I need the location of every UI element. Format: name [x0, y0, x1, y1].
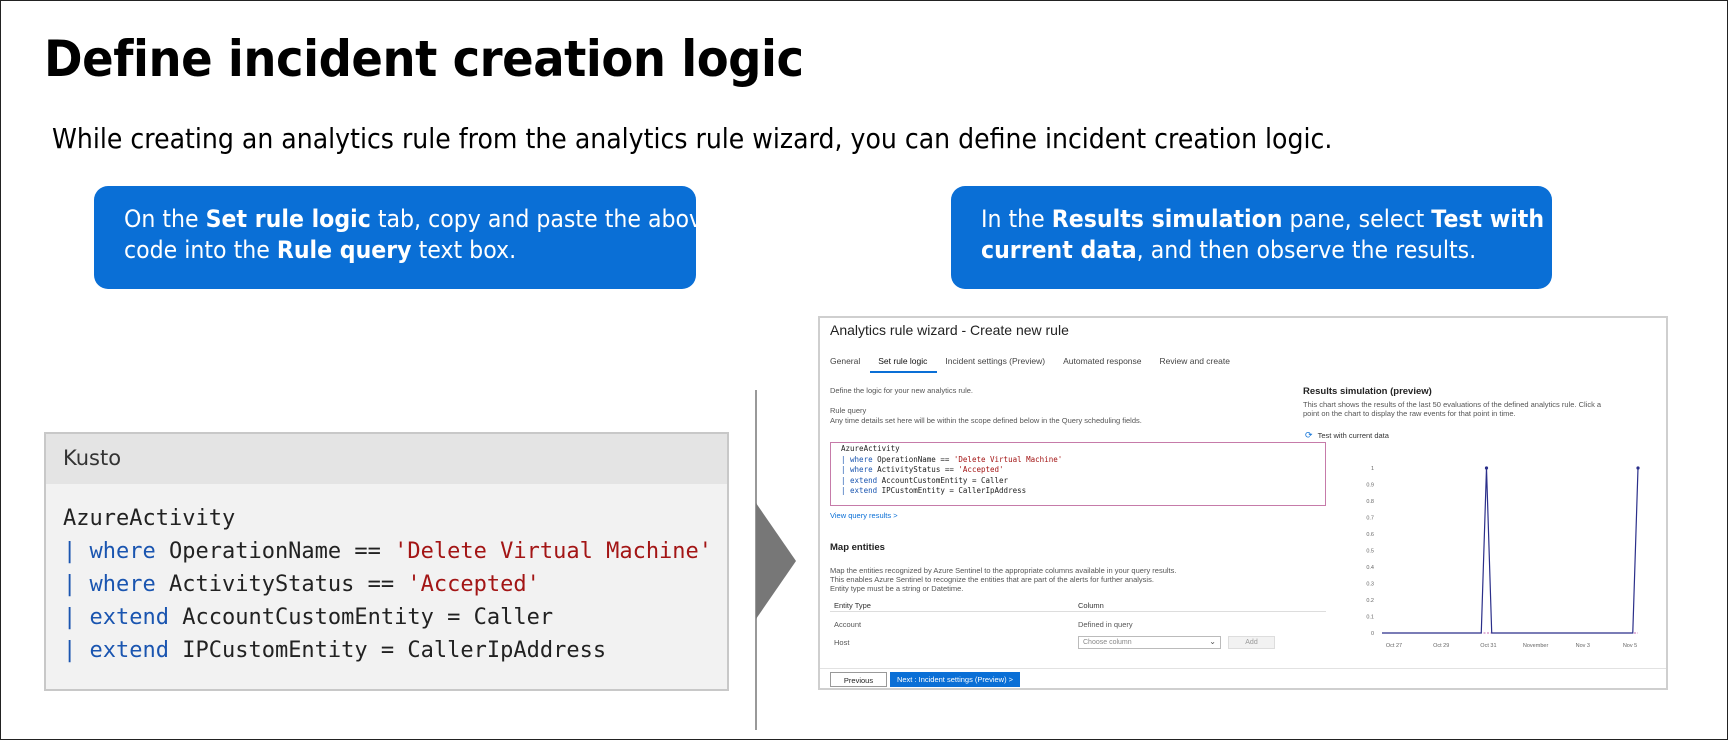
- map-entities-desc: Entity type must be a string or Datetime…: [830, 584, 964, 593]
- entity-account-column: Defined in query: [1078, 620, 1133, 629]
- tab-review-and-create[interactable]: Review and create: [1152, 356, 1240, 373]
- slide-title: Define incident creation logic: [44, 30, 804, 88]
- refresh-icon: ⟳: [1305, 430, 1313, 440]
- code-language-label: Kusto: [46, 434, 727, 484]
- wizard-title: Analytics rule wizard - Create new rule: [830, 322, 1069, 338]
- results-chart[interactable]: 1 0.9 0.8 0.7 0.6 0.5 0.4 0.3 0.2 0.1 0 Oct 27 Oct 2…: [1352, 460, 1646, 660]
- entity-account: Account: [834, 620, 862, 629]
- tab-automated-response[interactable]: Automated response: [1055, 356, 1151, 373]
- y-tick-label: 0: [1371, 631, 1374, 637]
- entity-host: Host: [834, 638, 850, 647]
- callout-text: code into the: [124, 236, 277, 264]
- callout-text: In the: [981, 205, 1052, 233]
- x-tick-label: Oct 29: [1433, 643, 1449, 649]
- table-divider: [830, 611, 1326, 612]
- y-tick-label: 0.7: [1366, 516, 1374, 522]
- code-line: | extend IPCustomEntity = CallerIpAddres…: [841, 486, 1027, 495]
- col-column: Column: [1078, 601, 1104, 610]
- tab-general[interactable]: General: [822, 356, 870, 373]
- test-with-current-data-link[interactable]: ⟳ Test with current data: [1305, 430, 1389, 441]
- callout-text: , and then observe the results.: [1136, 236, 1477, 264]
- view-query-results-link[interactable]: View query results >: [830, 511, 898, 520]
- code-line: | where OperationName == 'Delete Virtual…: [63, 539, 713, 564]
- code-line: | where ActivityStatus == 'Accepted': [63, 572, 540, 597]
- code-line: | where ActivityStatus == 'Accepted': [841, 465, 1004, 474]
- next-button[interactable]: Next : Incident settings (Preview) >: [890, 672, 1020, 687]
- map-entities-heading: Map entities: [830, 542, 885, 553]
- callout-bold: current data: [981, 236, 1137, 264]
- callout-set-rule-logic: On the Set rule logic tab, copy and past…: [94, 186, 716, 289]
- x-tick-label: Oct 27: [1386, 643, 1402, 649]
- y-tick-label: 0.4: [1366, 565, 1374, 571]
- callout-bold: Results simulation: [1051, 205, 1283, 233]
- tab-incident-settings-preview[interactable]: Incident settings (Preview): [937, 356, 1055, 373]
- callout-bold: Set rule logic: [205, 205, 371, 233]
- y-tick-label: 0.3: [1366, 582, 1374, 588]
- series-line: [1382, 467, 1639, 634]
- previous-button[interactable]: Previous: [830, 672, 887, 687]
- wizard-tabs: General Set rule logic Incident settings (…: [822, 356, 1240, 373]
- code-line: | extend IPCustomEntity = CallerIpAddres…: [63, 638, 607, 663]
- callout-bold: Rule query: [276, 236, 412, 264]
- y-tick-label: 0.5: [1366, 549, 1374, 555]
- select-value: Choose column: [1083, 639, 1132, 646]
- y-tick-label: 0.6: [1366, 532, 1374, 538]
- code-snippet: Kusto AzureActivity | where OperationName…: [44, 432, 729, 691]
- code-line: | extend AccountCustomEntity = Caller: [841, 475, 1009, 485]
- callout-text: tab, copy and paste the above: [370, 205, 716, 233]
- results-sim-desc: This chart shows the results of the last…: [1303, 400, 1602, 409]
- code-line: | extend AccountCustomEntity = Caller: [63, 605, 554, 630]
- results-sim-heading: Results simulation (preview): [1303, 386, 1432, 397]
- tab-set-rule-logic[interactable]: Set rule logic: [870, 356, 938, 373]
- x-tick-label: Nov 3: [1576, 643, 1590, 649]
- data-point: [1484, 466, 1489, 470]
- y-tick-label: 1: [1371, 466, 1374, 472]
- callout-results-simulation: In the Results simulation pane, select T…: [951, 186, 1552, 289]
- callout-text: pane, select: [1282, 205, 1432, 233]
- code-line: AzureActivity: [841, 444, 900, 453]
- slide-subtitle: While creating an analytics rule from th…: [52, 122, 1333, 155]
- y-tick-label: 0.8: [1366, 499, 1374, 505]
- rule-query-textbox[interactable]: AzureActivity | where OperationName == 'D…: [830, 442, 1326, 506]
- y-tick-label: 0.2: [1366, 598, 1374, 604]
- y-tick-label: 0.1: [1366, 615, 1374, 621]
- x-tick-label: November: [1523, 643, 1549, 649]
- code-line: AzureActivity: [63, 506, 236, 531]
- callout-text: text box.: [411, 236, 517, 264]
- x-tick-label: Nov 5: [1623, 643, 1637, 649]
- wizard-screenshot: Analytics rule wizard - Create new rule …: [818, 316, 1668, 690]
- callout-text: On the: [124, 205, 206, 233]
- code-body[interactable]: AzureActivity | where OperationName == 'D…: [46, 484, 727, 685]
- test-link-label: Test with current data: [1317, 431, 1389, 440]
- col-entity-type: Entity Type: [834, 601, 871, 610]
- choose-column-select[interactable]: Choose column ⌄: [1078, 636, 1221, 649]
- code-line: | where OperationName == 'Delete Virtual…: [841, 454, 1063, 464]
- data-point: [1636, 466, 1640, 470]
- rule-query-hint: Any time details set here will be within…: [830, 416, 1142, 425]
- rule-query-label: Rule query: [830, 406, 867, 415]
- map-entities-desc: This enables Azure Sentinel to recognize…: [830, 575, 1154, 584]
- map-entities-desc: Map the entities recognized by Azure Sen…: [830, 566, 1177, 575]
- x-tick-label: Oct 31: [1480, 643, 1496, 649]
- arrow-right-icon: [756, 503, 796, 619]
- chevron-down-icon: ⌄: [1209, 637, 1216, 646]
- results-sim-desc: point on the chart to display the raw ev…: [1303, 409, 1516, 418]
- wizard-intro: Define the logic for your new analytics …: [830, 386, 973, 395]
- callout-bold: Test with: [1431, 205, 1545, 233]
- y-tick-label: 0.9: [1366, 483, 1374, 489]
- add-button[interactable]: Add: [1228, 636, 1275, 649]
